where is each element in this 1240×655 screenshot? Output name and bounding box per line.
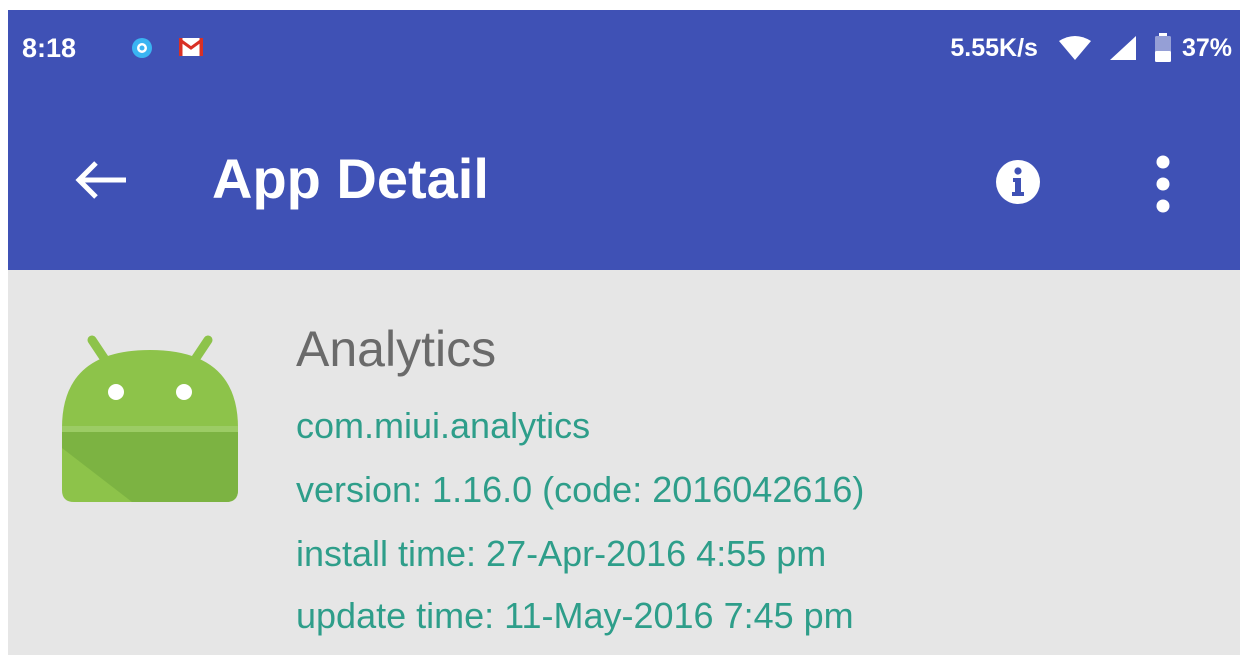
battery-icon	[1154, 33, 1172, 63]
app-detail-panel: Analytics com.miui.analytics version: 1.…	[8, 270, 1240, 655]
phone-screen: 8:18 5.55K/s 37% App Detail Analytics co…	[8, 10, 1240, 655]
app-bar: App Detail	[8, 86, 1240, 270]
status-indicators: 5.55K/s 37%	[950, 32, 1232, 64]
app-name: Analytics	[296, 321, 497, 377]
more-vert-icon	[1156, 155, 1170, 213]
install-time: install time: 27-Apr-2016 4:55 pm	[296, 533, 827, 574]
more-options-button[interactable]	[1138, 152, 1188, 216]
network-speed: 5.55K/s	[950, 33, 1038, 62]
arrow-back-icon	[75, 161, 126, 199]
version-info: version: 1.16.0 (code: 2016042616)	[296, 469, 865, 510]
signal-icon	[1108, 35, 1138, 61]
page-title: App Detail	[212, 147, 489, 210]
mail-icon	[178, 36, 204, 63]
info-icon	[996, 160, 1040, 204]
package-name: com.miui.analytics	[296, 405, 591, 446]
update-time: update time: 11-May-2016 7:45 pm	[296, 595, 854, 636]
battery-percent: 37%	[1181, 33, 1232, 62]
android-icon	[56, 320, 244, 508]
status-time: 8:18	[22, 33, 77, 63]
info-button[interactable]	[988, 156, 1048, 208]
wifi-icon	[1058, 35, 1092, 61]
browser-icon	[130, 36, 154, 65]
status-bar: 8:18 5.55K/s 37%	[8, 10, 1240, 86]
back-button[interactable]	[62, 148, 142, 212]
